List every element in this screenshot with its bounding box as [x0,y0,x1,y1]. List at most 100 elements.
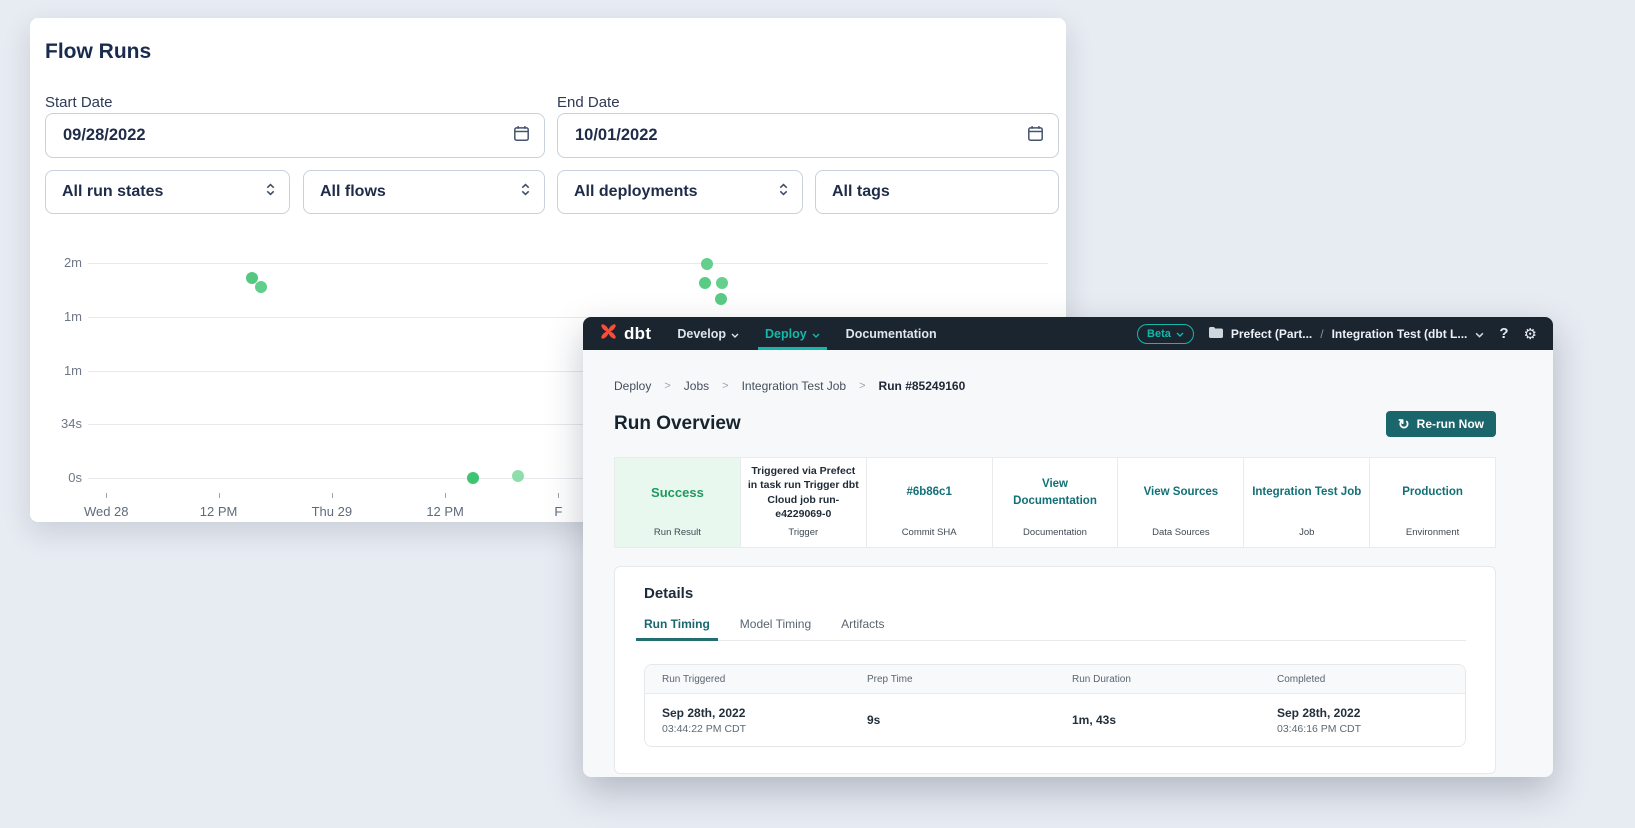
summary-card-value: Success [651,485,704,500]
chart-y-tick-label: 34s [30,416,82,431]
flow-run-dot[interactable] [512,470,524,482]
chevron-down-icon [1475,327,1484,341]
breadcrumb-separator-icon: > [664,380,670,392]
summary-card-value-wrap: Success [651,458,704,527]
run-summary-cards: Success Run Result Triggered via Prefect i… [614,457,1496,548]
table-cell: Sep 28th, 202203:44:22 PM CDT [645,706,850,735]
chart-x-tick [219,493,220,498]
chart-x-tick-label: 12 PM [187,504,251,519]
table-header-prep-time: Prep Time [850,674,1055,685]
summary-card-environment[interactable]: Production Environment [1370,458,1495,547]
chart-y-tick-label: 1m [30,309,82,324]
gear-icon[interactable]: ⚙ [1524,325,1537,343]
nav-item-label: Documentation [846,327,937,341]
rerun-now-button[interactable]: ↻ Re-run Now [1386,411,1496,437]
summary-card-job[interactable]: Integration Test JobJob [1244,458,1370,547]
tab-run-timing[interactable]: Run Timing [644,617,710,640]
table-header-completed: Completed [1260,674,1465,685]
dbt-brand-text: dbt [624,324,651,344]
breadcrumb-item-deploy[interactable]: Deploy [614,379,651,393]
summary-card-label: Job [1299,527,1314,538]
summary-card-value: Triggered via Prefect in task run Trigge… [748,464,859,521]
breadcrumb-separator-icon: > [722,380,728,392]
dbt-logo-icon [599,322,618,346]
chart-y-tick-label: 2m [30,255,82,270]
chevron-down-icon [812,327,820,341]
summary-card-run-result: Success Run Result [615,458,741,547]
table-cell: Sep 28th, 202203:46:16 PM CDT [1260,706,1465,735]
flow-run-dot[interactable] [255,281,267,293]
help-icon[interactable]: ? [1499,325,1508,342]
nav-item-label: Develop [677,327,726,341]
details-card: Details Run TimingModel TimingArtifacts … [614,566,1496,774]
table-cell-main: 1m, 43s [1072,713,1260,727]
summary-card-value-wrap: View Documentation [1000,458,1111,527]
flow-run-dot[interactable] [699,277,711,289]
flow-run-dot[interactable] [467,472,479,484]
nav-item-deploy[interactable]: Deploy [765,317,820,350]
summary-card-label: Data Sources [1152,527,1210,538]
table-header-run-triggered: Run Triggered [645,674,850,685]
summary-card-value: #6b86c1 [906,484,951,500]
table-header-run-duration: Run Duration [1055,674,1260,685]
flow-run-dot[interactable] [715,293,727,305]
chart-y-tick-label: 1m [30,363,82,378]
chart-x-tick-label: Thu 29 [300,504,364,519]
breadcrumb-item-integration-test-job[interactable]: Integration Test Job [742,379,847,393]
chart-x-tick-label: 12 PM [413,504,477,519]
desktop: Flow Runs Start Date End Date 09/28/2022… [0,0,1635,828]
table-cell-sub: 03:44:22 PM CDT [662,723,850,735]
dbt-navbar-right: Beta Prefect (Part... / Integration Test… [1137,324,1537,344]
summary-card-value-wrap: Integration Test Job [1252,458,1361,527]
summary-card-commit-sha[interactable]: #6b86c1 Commit SHA [867,458,993,547]
table-header-row: Run TriggeredPrep TimeRun DurationComple… [645,665,1465,694]
beta-badge-label: Beta [1147,328,1171,340]
project-environment-switcher[interactable]: Prefect (Part... / Integration Test (dbt… [1209,325,1485,343]
dbt-nav-menu: Develop Deploy Documentation [677,317,936,350]
tab-artifacts[interactable]: Artifacts [841,617,884,640]
flow-run-dot[interactable] [716,277,728,289]
summary-card-label: Commit SHA [902,527,957,538]
run-timing-table: Run TriggeredPrep TimeRun DurationComple… [644,664,1466,747]
chart-x-tick [558,493,559,498]
dbt-navbar: dbt Develop Deploy Documentation Beta Pref… [583,317,1553,350]
chart-x-tick [106,493,107,498]
summary-card-label: Environment [1406,527,1459,538]
chart-x-tick-label: F [526,504,590,519]
summary-card-value: Production [1402,484,1463,500]
chart-x-tick [332,493,333,498]
table-cell: 9s [850,713,1055,727]
details-title: Details [644,585,1466,602]
project-name: Prefect (Part... [1231,327,1312,341]
summary-card-label: Documentation [1023,527,1087,538]
title-row: Run Overview ↻ Re-run Now [614,409,1496,439]
summary-card-documentation[interactable]: View DocumentationDocumentation [993,458,1119,547]
dbt-logo[interactable]: dbt [599,322,651,346]
flow-run-dot[interactable] [701,258,713,270]
summary-card-data-sources[interactable]: View SourcesData Sources [1118,458,1244,547]
dbt-cloud-window: dbt Develop Deploy Documentation Beta Pref… [583,317,1553,777]
dbt-content: Deploy>Jobs>Integration Test Job>Run #85… [583,379,1553,774]
chart-y-tick-label: 0s [30,470,82,485]
environment-name: Integration Test (dbt L... [1332,327,1468,341]
rerun-now-label: Re-run Now [1417,417,1484,431]
refresh-icon: ↻ [1398,417,1410,431]
breadcrumb-item-jobs[interactable]: Jobs [684,379,709,393]
table-row: Sep 28th, 202203:44:22 PM CDT9s 1m, 43sSe… [645,694,1465,746]
summary-card-value-wrap: Production [1402,458,1463,527]
chart-x-tick-label: Wed 28 [74,504,138,519]
breadcrumb: Deploy>Jobs>Integration Test Job>Run #85… [614,379,1496,393]
details-tabs: Run Timing Model Timing Artifacts [644,617,1466,641]
nav-item-develop[interactable]: Develop [677,317,739,350]
breadcrumb-separator-icon: > [859,380,865,392]
table-cell: 1m, 43s [1055,713,1260,727]
nav-item-documentation[interactable]: Documentation [846,317,937,350]
summary-card-label: Run Result [654,527,701,538]
beta-badge[interactable]: Beta [1137,324,1194,344]
nav-item-label: Deploy [765,327,807,341]
chart-gridline [88,263,1048,264]
summary-card-label: Trigger [788,527,818,538]
summary-card-value-wrap: Triggered via Prefect in task run Trigge… [748,458,859,527]
tab-model-timing[interactable]: Model Timing [740,617,811,640]
summary-card-value-wrap: #6b86c1 [906,458,951,527]
